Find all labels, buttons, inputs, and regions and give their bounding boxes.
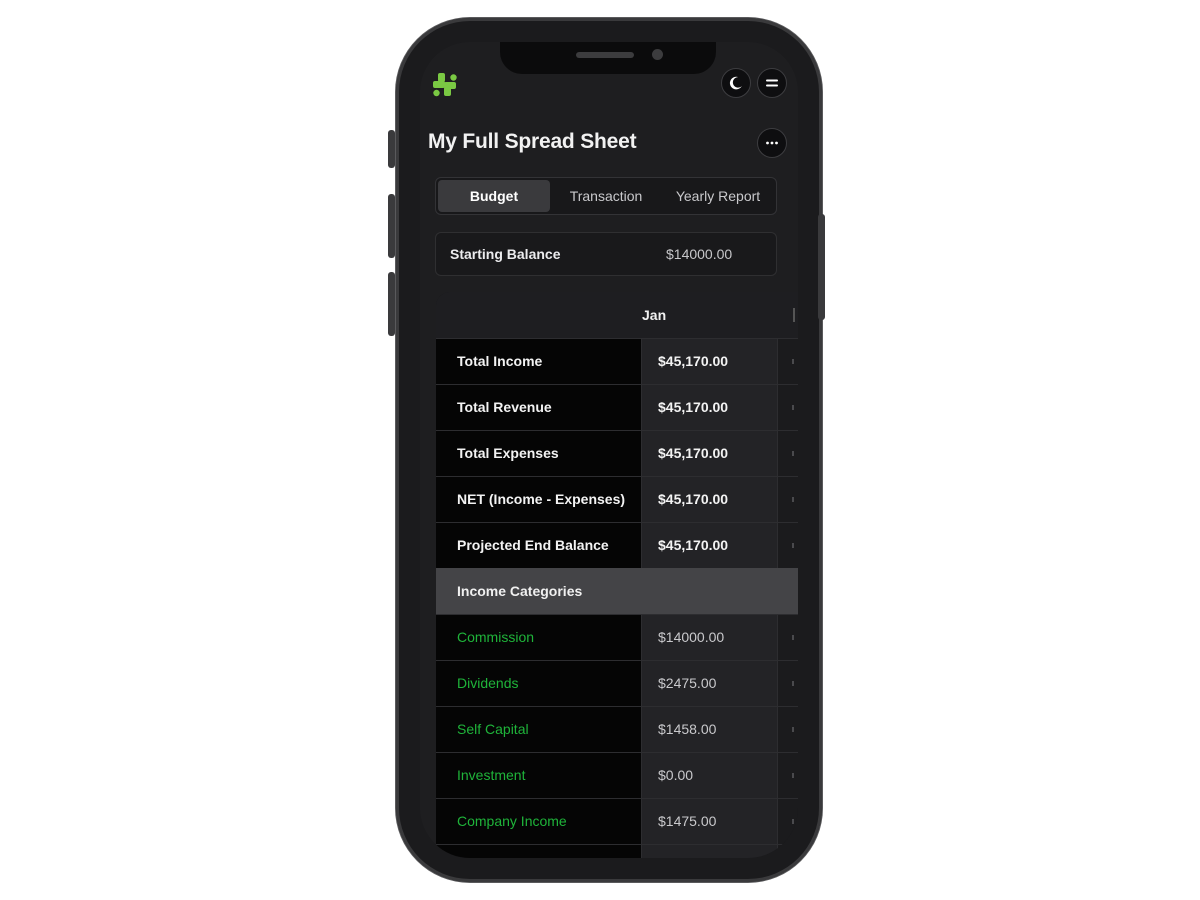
summary-row-net: NET (Income - Expenses) $45,170.00 — [436, 476, 798, 522]
phone-notch — [500, 42, 716, 74]
cell-value: $0.00 — [658, 767, 694, 783]
speaker-grille — [576, 52, 634, 58]
value-cell[interactable]: $2475.00 — [642, 661, 778, 706]
more-options-icon — [766, 141, 778, 145]
more-options-button[interactable] — [757, 128, 787, 158]
tab-yearly-report[interactable]: Yearly Report — [662, 180, 774, 212]
row-label-cell[interactable]: Company Income — [436, 799, 642, 844]
next-column-cell — [778, 477, 798, 522]
row-label: Commission — [457, 629, 535, 645]
row-label-cell[interactable]: Investment — [436, 753, 642, 798]
next-column-cell — [778, 385, 798, 430]
phone-volume-up-button — [388, 194, 395, 258]
income-row-self-capital: Self Capital $1458.00 — [436, 706, 798, 752]
cell-value: $45,170.00 — [658, 399, 729, 415]
starting-balance-field[interactable]: Starting Balance $14000.00 — [435, 232, 777, 276]
income-categories-section-header: Income Categories — [436, 568, 798, 614]
value-cell — [642, 845, 778, 858]
income-row-investment: Investment $0.00 — [436, 752, 798, 798]
cell-value: $45,170.00 — [658, 353, 729, 369]
row-label-cell[interactable]: Dividends — [436, 661, 642, 706]
row-label: NET (Income - Expenses) — [457, 491, 626, 507]
cell-value: $45,170.00 — [658, 491, 729, 507]
row-label-cell: NET (Income - Expenses) — [436, 477, 642, 522]
row-label: Company Income — [457, 813, 567, 829]
app-logo-icon — [430, 70, 460, 100]
value-cell[interactable]: $45,170.00 — [642, 385, 778, 430]
phone-power-button — [818, 214, 825, 320]
starting-balance-value[interactable]: $14000.00 — [666, 246, 732, 262]
row-label: Projected End Balance — [457, 537, 609, 553]
section-title: Income Categories — [457, 583, 583, 599]
income-row-dividends: Dividends $2475.00 — [436, 660, 798, 706]
cell-value: $1458.00 — [658, 721, 717, 737]
month-header-jan: Jan — [642, 307, 667, 323]
starting-balance-label: Starting Balance — [450, 246, 561, 262]
row-label-cell: Total Income — [436, 339, 642, 384]
value-cell[interactable]: $1475.00 — [642, 799, 778, 844]
hamburger-menu-icon — [766, 79, 778, 87]
row-label-cell: Projected End Balance — [436, 523, 642, 568]
summary-row-total-income: Total Income $45,170.00 — [436, 338, 798, 384]
menu-button[interactable] — [757, 68, 787, 98]
tab-bar: Budget Transaction Yearly Report — [435, 177, 777, 215]
value-cell[interactable]: $14000.00 — [642, 615, 778, 660]
moon-icon — [729, 76, 742, 90]
next-column-cell — [778, 845, 798, 858]
next-column-cell — [778, 661, 798, 706]
cell-value: $45,170.00 — [658, 445, 729, 461]
row-label: Self Capital — [457, 721, 529, 737]
row-label-cell[interactable]: Self Capital — [436, 707, 642, 752]
row-label: Dividends — [457, 675, 519, 691]
next-column-cell — [778, 799, 798, 844]
cell-value: $45,170.00 — [658, 537, 729, 553]
summary-row-projected-end-balance: Projected End Balance $45,170.00 — [436, 522, 798, 568]
summary-row-total-revenue: Total Revenue $45,170.00 — [436, 384, 798, 430]
row-label: Total Revenue — [457, 399, 552, 415]
value-cell[interactable]: $0.00 — [642, 753, 778, 798]
value-cell[interactable]: $45,170.00 — [642, 477, 778, 522]
summary-row-total-expenses: Total Expenses $45,170.00 — [436, 430, 798, 476]
row-label: Total Income — [457, 353, 543, 369]
row-label-cell[interactable]: Commission — [436, 615, 642, 660]
row-label: Total Expenses — [457, 445, 559, 461]
value-cell[interactable]: $45,170.00 — [642, 523, 778, 568]
income-row-company-income: Company Income $1475.00 — [436, 798, 798, 844]
front-camera — [652, 49, 663, 60]
value-cell[interactable]: $45,170.00 — [642, 431, 778, 476]
cell-value: $2475.00 — [658, 675, 717, 691]
row-label-cell — [436, 845, 642, 858]
income-row-commission: Commission $14000.00 — [436, 614, 798, 660]
tab-transaction[interactable]: Transaction — [550, 180, 662, 212]
page-title: My Full Spread Sheet — [428, 130, 637, 153]
tab-budget[interactable]: Budget — [438, 180, 550, 212]
row-label: Investment — [457, 767, 526, 783]
next-column-cell — [778, 707, 798, 752]
next-column-cell — [778, 615, 798, 660]
table-header: Jan — [436, 292, 798, 338]
row-label-cell: Total Revenue — [436, 385, 642, 430]
phone-mute-switch — [388, 130, 395, 168]
row-label-cell: Total Expenses — [436, 431, 642, 476]
value-cell[interactable]: $45,170.00 — [642, 339, 778, 384]
next-column-cell — [778, 523, 798, 568]
phone-screen: My Full Spread Sheet Budget Transaction … — [420, 42, 798, 858]
next-column-cell — [778, 431, 798, 476]
next-column-cell — [778, 753, 798, 798]
phone-volume-down-button — [388, 272, 395, 336]
next-column-edge — [793, 308, 795, 322]
income-row-partial — [436, 844, 798, 858]
cell-value: $14000.00 — [658, 629, 725, 645]
budget-table: Jan Total Income $45,170.00 Total Revenu… — [436, 292, 798, 858]
value-cell[interactable]: $1458.00 — [642, 707, 778, 752]
next-column-cell — [778, 339, 798, 384]
cell-value: $1475.00 — [658, 813, 717, 829]
theme-toggle-button[interactable] — [721, 68, 751, 98]
